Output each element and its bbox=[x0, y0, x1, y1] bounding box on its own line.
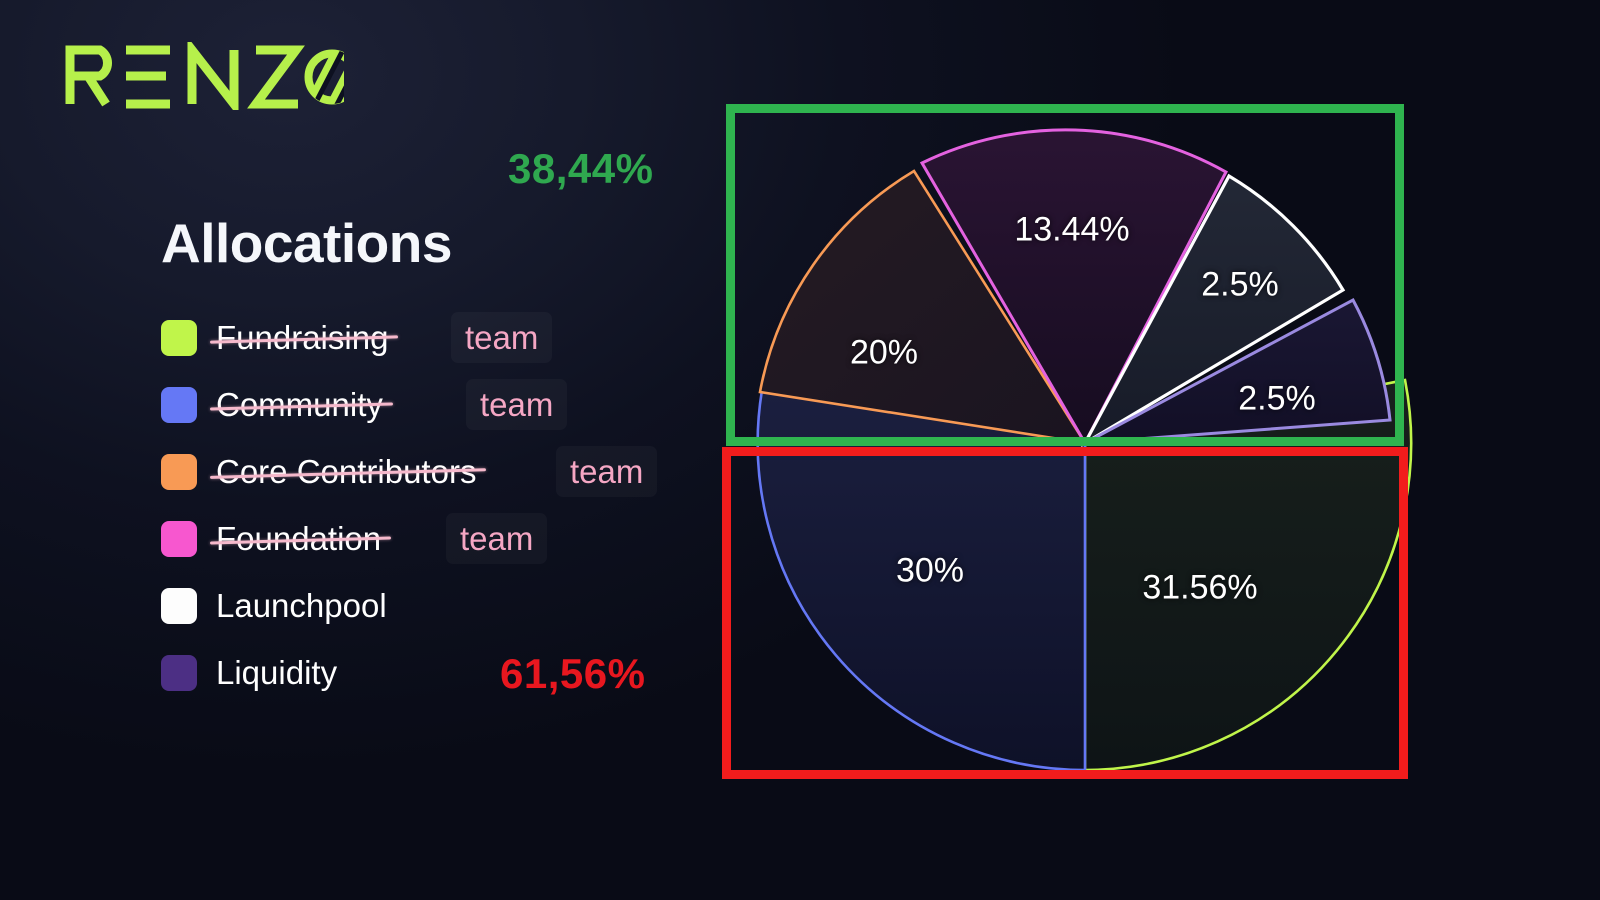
slide-canvas: Allocations 38,44% Fundraising team Comm… bbox=[0, 0, 1600, 900]
annotation-rect-top-group bbox=[726, 104, 1404, 446]
annotation-rect-bottom-group bbox=[722, 447, 1408, 779]
